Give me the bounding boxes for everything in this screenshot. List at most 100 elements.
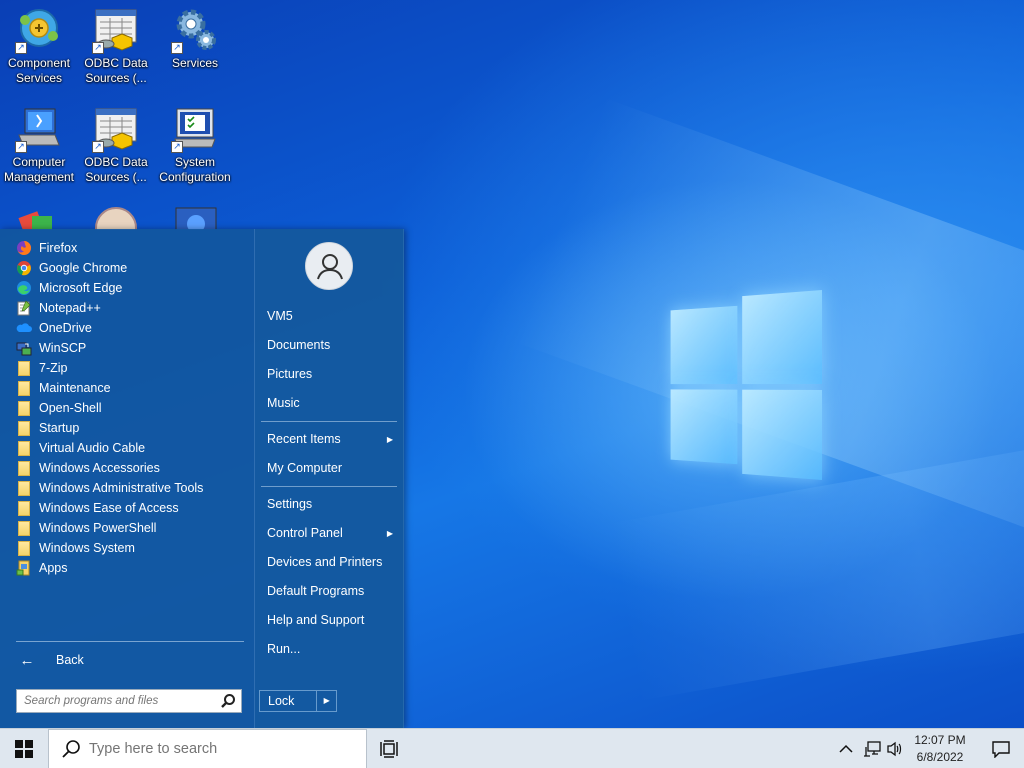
- program-google-chrome[interactable]: Google Chrome: [16, 258, 246, 278]
- menu-item-my-computer[interactable]: My Computer: [263, 457, 397, 479]
- program-label: Windows System: [39, 541, 135, 555]
- program-label: 7-Zip: [39, 361, 68, 375]
- edge-icon: [16, 280, 32, 296]
- menu-item-label: Pictures: [267, 367, 313, 381]
- taskbar: 12:07 PM 6/8/2022: [0, 728, 1024, 768]
- notepadpp-icon: [16, 300, 32, 316]
- program-apps[interactable]: Apps: [16, 558, 246, 578]
- desktop-icon-system-configuration[interactable]: ↗ System Configuration: [157, 105, 233, 185]
- menu-item-label: Run...: [267, 642, 301, 656]
- program-label: Notepad++: [39, 301, 101, 315]
- taskbar-search-box[interactable]: [48, 729, 367, 768]
- chevron-up-icon: [839, 744, 853, 753]
- program-label: Virtual Audio Cable: [39, 441, 146, 455]
- menu-item-run[interactable]: Run...: [263, 638, 397, 660]
- gears-icon: ↗: [171, 6, 219, 54]
- partial-desktop-icon: [174, 206, 218, 230]
- chevron-right-icon: ▶: [386, 434, 393, 444]
- program-folder-windows-system[interactable]: Windows System: [16, 538, 246, 558]
- show-hidden-icons-button[interactable]: [836, 729, 856, 768]
- program-folder-windows-ease-of-access[interactable]: Windows Ease of Access: [16, 498, 246, 518]
- computer-management-icon: ↗: [15, 105, 63, 153]
- menu-item-control-panel[interactable]: Control Panel ▶: [263, 522, 397, 544]
- program-notepadpp[interactable]: Notepad++: [16, 298, 246, 318]
- folder-icon: [18, 500, 30, 516]
- task-view-button[interactable]: [380, 739, 402, 759]
- start-search-input[interactable]: [24, 695, 204, 707]
- program-label: Google Chrome: [39, 261, 128, 275]
- program-folder-open-shell[interactable]: Open-Shell: [16, 398, 246, 418]
- clock-time: 12:07 PM: [914, 733, 966, 747]
- menu-item-label: VM5: [267, 309, 293, 323]
- programs-list: Firefox Google Chrome Microsoft Edge Not…: [0, 229, 254, 728]
- notification-icon: [992, 741, 1010, 758]
- desktop-icon-label: ODBC Data Sources (...: [84, 155, 148, 184]
- menu-item-devices-printers[interactable]: Devices and Printers: [263, 551, 397, 573]
- program-folder-7zip[interactable]: 7-Zip: [16, 358, 246, 378]
- program-folder-virtual-audio-cable[interactable]: Virtual Audio Cable: [16, 438, 246, 458]
- search-icon[interactable]: [220, 693, 236, 709]
- partial-desktop-icon: [94, 206, 138, 230]
- menu-item-recent-items[interactable]: Recent Items ▶: [263, 428, 397, 450]
- windows-icon: [15, 740, 33, 758]
- separator: [261, 486, 397, 487]
- menu-item-default-programs[interactable]: Default Programs: [263, 580, 397, 602]
- start-search-box[interactable]: [16, 689, 242, 713]
- program-folder-windows-powershell[interactable]: Windows PowerShell: [16, 518, 246, 538]
- program-folder-windows-accessories[interactable]: Windows Accessories: [16, 458, 246, 478]
- program-firefox[interactable]: Firefox: [16, 238, 246, 258]
- menu-item-label: Settings: [267, 497, 313, 511]
- program-label: Windows Accessories: [39, 461, 160, 475]
- menu-item-music[interactable]: Music: [263, 392, 397, 414]
- desktop-icon-label: Services: [171, 56, 218, 70]
- chrome-icon: [16, 260, 32, 276]
- partial-desktop-icon: [14, 206, 58, 230]
- desktop-icon-label: System Configuration: [159, 155, 231, 184]
- separator: [261, 421, 397, 422]
- chevron-right-icon[interactable]: ▶: [316, 691, 336, 711]
- desktop-icon-label: Component Services: [7, 56, 71, 85]
- start-button[interactable]: [0, 729, 48, 768]
- menu-item-label: Devices and Printers: [267, 555, 383, 569]
- program-winscp[interactable]: WinSCP: [16, 338, 246, 358]
- desktop-icon-odbc-1[interactable]: ↗ ODBC Data Sources (...: [78, 6, 154, 86]
- folder-icon: [18, 440, 30, 456]
- winscp-icon: [16, 340, 32, 356]
- desktop-icon-computer-management[interactable]: ↗ Computer Management: [1, 105, 77, 185]
- menu-item-user[interactable]: VM5: [263, 305, 397, 327]
- program-folder-maintenance[interactable]: Maintenance: [16, 378, 246, 398]
- system-configuration-icon: ↗: [171, 105, 219, 153]
- menu-item-pictures[interactable]: Pictures: [263, 363, 397, 385]
- taskbar-search-input[interactable]: [89, 741, 349, 757]
- task-view-icon: [380, 740, 398, 758]
- menu-item-help-support[interactable]: Help and Support: [263, 609, 397, 631]
- separator: [16, 641, 244, 642]
- folder-icon: [18, 540, 30, 556]
- network-button[interactable]: [860, 729, 884, 768]
- program-onedrive[interactable]: OneDrive: [16, 318, 246, 338]
- program-label: Windows PowerShell: [39, 521, 157, 535]
- program-folder-startup[interactable]: Startup: [16, 418, 246, 438]
- desktop-icon-component-services[interactable]: ↗ Component Services: [1, 6, 77, 86]
- program-label: Open-Shell: [39, 401, 102, 415]
- clock[interactable]: 12:07 PM 6/8/2022: [906, 732, 974, 766]
- menu-item-label: Control Panel: [267, 526, 343, 540]
- program-folder-windows-admin-tools[interactable]: Windows Administrative Tools: [16, 478, 246, 498]
- lock-button[interactable]: Lock ▶: [259, 690, 337, 712]
- folder-icon: [18, 480, 30, 496]
- menu-item-settings[interactable]: Settings: [263, 493, 397, 515]
- program-microsoft-edge[interactable]: Microsoft Edge: [16, 278, 246, 298]
- menu-item-label: Recent Items: [267, 432, 341, 446]
- menu-item-documents[interactable]: Documents: [263, 334, 397, 356]
- back-button[interactable]: ← Back: [16, 650, 84, 670]
- desktop-icon-services[interactable]: ↗ Services: [157, 6, 233, 71]
- desktop-icon-label: ODBC Data Sources (...: [84, 56, 148, 85]
- program-label: Windows Ease of Access: [39, 501, 179, 515]
- folder-icon: [18, 360, 30, 376]
- notifications-button[interactable]: [978, 729, 1024, 768]
- user-avatar[interactable]: [305, 242, 353, 290]
- back-label: Back: [56, 653, 84, 667]
- volume-button[interactable]: [884, 729, 906, 768]
- folder-icon: [18, 400, 30, 416]
- desktop-icon-odbc-2[interactable]: ↗ ODBC Data Sources (...: [78, 105, 154, 185]
